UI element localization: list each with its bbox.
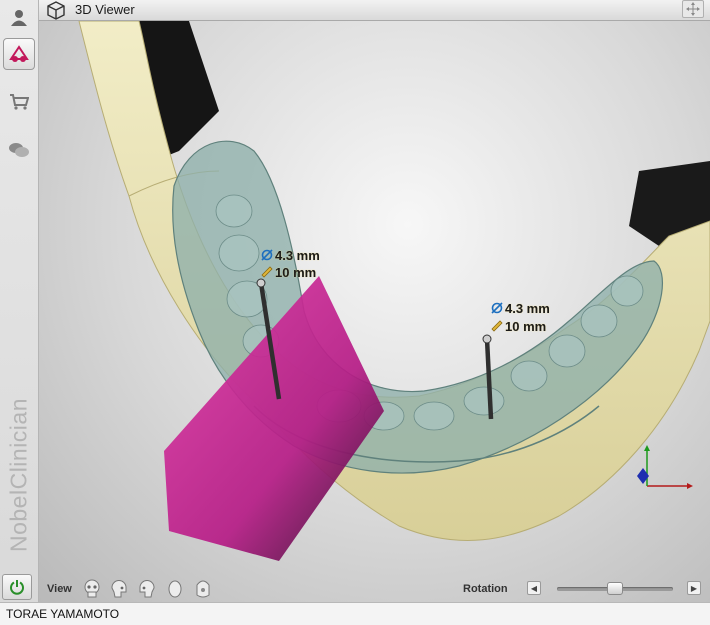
chat-button[interactable]	[3, 134, 35, 166]
chat-icon	[9, 143, 29, 157]
cart-icon	[10, 94, 29, 110]
power-icon	[10, 580, 24, 595]
viewer-canvas[interactable]: 4.3 mm 10 mm 4.3 mm 10 mm	[39, 21, 710, 602]
brand-logo: NobelClinician	[2, 380, 36, 570]
rotation-slider-thumb[interactable]	[607, 582, 623, 595]
implant-1-length: 10 mm	[261, 264, 316, 280]
skull-bottom-icon[interactable]	[193, 579, 213, 599]
implant-2-diameter-value: 4.3 mm	[505, 300, 550, 316]
rotation-label: Rotation	[463, 583, 508, 595]
viewer-titlebar: 3D Viewer	[39, 0, 710, 21]
view-label: View	[47, 583, 72, 595]
cart-button[interactable]	[3, 86, 35, 118]
user-button[interactable]	[3, 2, 35, 34]
rotation-left-button[interactable]: ◀	[527, 581, 541, 595]
move-button[interactable]	[682, 0, 704, 18]
viewer-toolbar: View Rotation ◀ ▶	[39, 576, 710, 602]
implant-2-diameter: 4.3 mm	[491, 300, 550, 316]
brand-text: NobelClinician	[5, 397, 32, 553]
chevron-left-icon: ◀	[530, 583, 538, 593]
implant-1-diameter: 4.3 mm	[261, 247, 320, 263]
sidebar: NobelClinician	[0, 0, 39, 602]
skull-top-icon[interactable]	[165, 579, 185, 599]
implant-1-diameter-value: 4.3 mm	[275, 247, 320, 263]
ruler-icon	[261, 266, 273, 278]
viewer-title: 3D Viewer	[75, 2, 135, 17]
power-button[interactable]	[2, 574, 32, 600]
user-icon	[11, 10, 27, 26]
move-arrows-icon	[686, 2, 700, 16]
implant-plan-button[interactable]	[3, 38, 35, 70]
skull-front-icon[interactable]	[82, 579, 102, 599]
skull-left-icon[interactable]	[109, 579, 129, 599]
ruler-icon	[491, 320, 503, 332]
axis-gizmo	[637, 445, 693, 489]
diameter-icon	[261, 249, 273, 261]
patient-name: TORAE YAMAMOTO	[6, 607, 120, 621]
status-bar: TORAE YAMAMOTO	[0, 602, 710, 625]
implant-2-length: 10 mm	[491, 318, 546, 334]
chevron-right-icon: ▶	[690, 583, 698, 593]
jaw-scene	[78, 21, 710, 561]
cube-icon	[47, 1, 65, 20]
implant-plan-icon	[9, 45, 29, 62]
implant-1-length-value: 10 mm	[275, 264, 317, 280]
skull-right-icon[interactable]	[137, 579, 157, 599]
diameter-icon	[491, 302, 503, 314]
implant-2-length-value: 10 mm	[505, 318, 547, 334]
rotation-right-button[interactable]: ▶	[687, 581, 701, 595]
